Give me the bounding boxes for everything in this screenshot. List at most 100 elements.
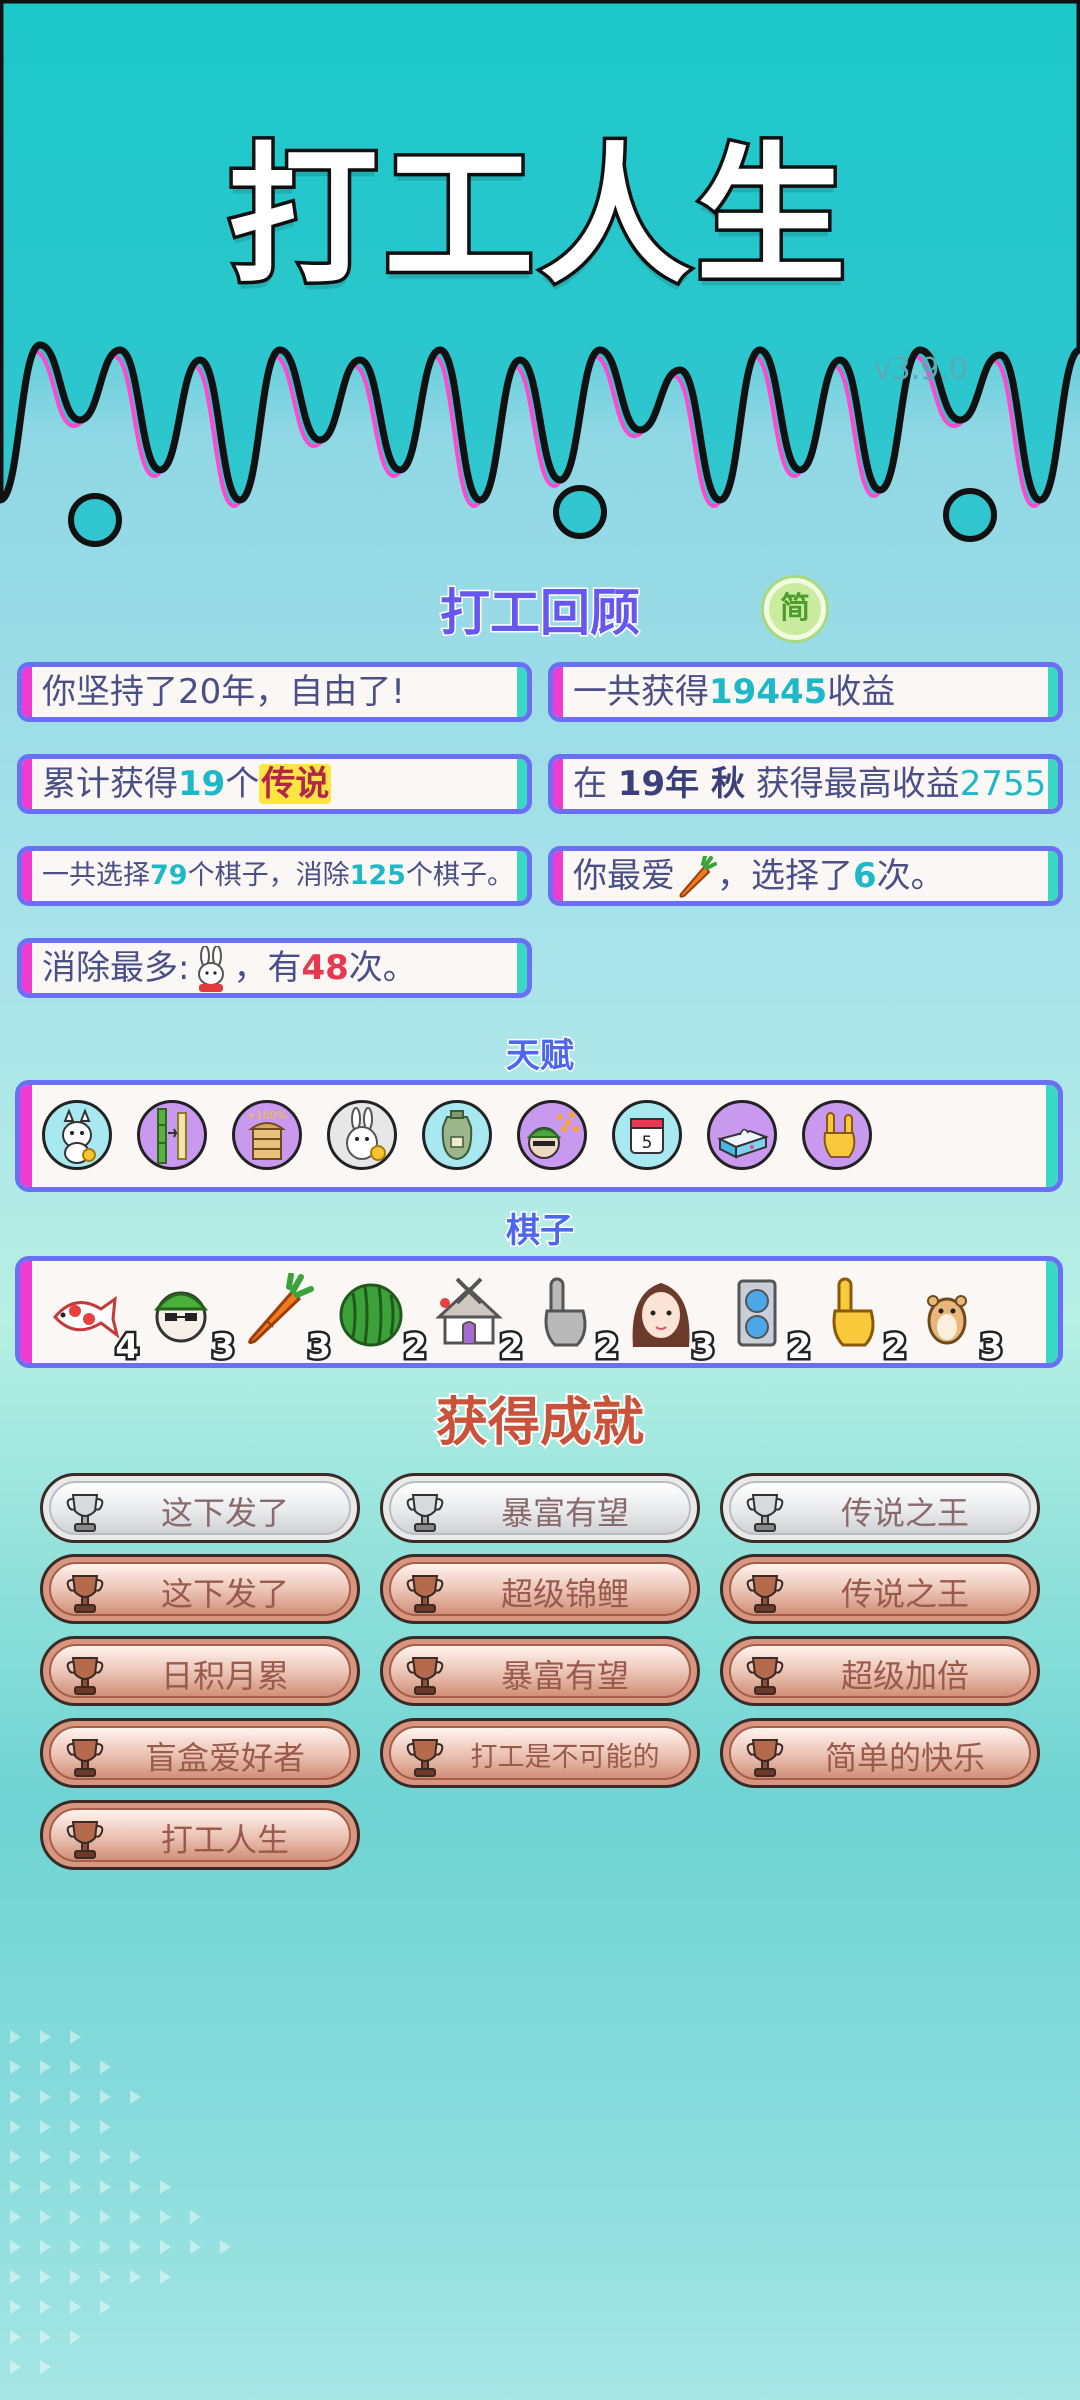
best-income-value: 2755	[959, 764, 1047, 804]
review-card-text: 消除最多:	[42, 948, 190, 988]
piece-count: 2	[785, 1325, 814, 1367]
calendar-icon[interactable]: 5	[612, 1100, 682, 1170]
piece-count: 2	[881, 1325, 910, 1367]
review-card-text: 一共获得	[573, 672, 709, 712]
achievement-badge[interactable]: 盲盒爱好者	[40, 1718, 360, 1788]
grey-pointer-hand-icon[interactable]: 2	[525, 1273, 621, 1363]
tissue-box-icon[interactable]	[707, 1100, 777, 1170]
pieces-strip: 4 3 3 2 2 2 3 2 2 3	[15, 1256, 1063, 1368]
achievement-label: 这下发了	[160, 1494, 289, 1532]
achievement-badge[interactable]: 打工人生	[40, 1800, 360, 1870]
granary-icon[interactable]: +100%	[232, 1100, 302, 1170]
favorite-count-value: 6	[853, 856, 877, 896]
piece-count: 3	[209, 1325, 238, 1367]
triangle-pattern-decoration	[0, 2020, 260, 2400]
talents-strip: +100% 5	[15, 1080, 1063, 1192]
rock-hand-icon[interactable]	[802, 1100, 872, 1170]
achievement-badge[interactable]: 这下发了	[40, 1473, 360, 1543]
achievement-badge[interactable]: 超级锦鲤	[380, 1554, 700, 1624]
koi-fish-icon[interactable]: 4	[45, 1273, 141, 1363]
selected-count-value: 79	[150, 860, 188, 891]
achievement-badge[interactable]: 简单的快乐	[720, 1718, 1040, 1788]
granary-tag: +100%	[247, 1109, 288, 1122]
watermelon-icon[interactable]: 2	[333, 1273, 429, 1363]
review-card-text: 个棋子。	[405, 860, 514, 891]
review-card-text: ，选择了	[717, 856, 853, 896]
simplified-toggle-button[interactable]: 简	[764, 578, 826, 640]
review-card-years: 你坚持了20年，自由了!	[17, 662, 532, 722]
review-card-total-income: 一共获得19445收益	[548, 662, 1063, 722]
review-card-text: 一共选择	[42, 860, 150, 891]
review-card-text: 个棋子，消除	[187, 860, 350, 891]
review-card-text: 获得最高收益	[744, 764, 960, 804]
trophy-silver-icon	[66, 1494, 104, 1532]
achievement-badge[interactable]: 传说之王	[720, 1473, 1040, 1543]
trophy-bronze-icon	[406, 1575, 444, 1613]
review-card-most-removed: 消除最多: ，有48次。	[17, 938, 532, 998]
legend-tag: 传说	[259, 764, 332, 804]
trophy-bronze-icon	[66, 1657, 104, 1695]
piece-count: 2	[401, 1325, 430, 1367]
best-season-value: 19年 秋	[617, 764, 745, 804]
carrot-icon[interactable]: 3	[237, 1272, 333, 1363]
house-x-icon[interactable]: 2	[429, 1273, 525, 1363]
green-cap-man-icon[interactable]: 3	[141, 1273, 237, 1363]
review-card-pieces: 一共选择79个棋子，消除125个棋子。	[17, 846, 532, 906]
worker-flowers-icon[interactable]	[517, 1100, 587, 1170]
app-title: 打工人生	[224, 127, 852, 308]
most-removed-count-value: 48	[301, 948, 349, 988]
hamster-icon[interactable]: 3	[909, 1273, 1005, 1363]
bamboo-icon[interactable]	[137, 1100, 207, 1170]
removed-count-value: 125	[349, 860, 406, 891]
review-card-text: 你最爱	[573, 856, 675, 896]
rabbit-icon	[198, 945, 225, 992]
trophy-bronze-icon	[746, 1657, 784, 1695]
achievement-badge[interactable]: 打工是不可能的	[380, 1718, 700, 1788]
piece-count: 4	[113, 1325, 142, 1367]
review-card-text: 收益	[827, 672, 896, 712]
trophy-bronze-icon	[66, 1575, 104, 1613]
trophy-bronze-icon	[406, 1657, 444, 1695]
achievement-label: 暴富有望	[500, 1657, 629, 1695]
review-card-text: 你坚持了20年，自由了!	[42, 672, 405, 712]
piece-count: 2	[593, 1325, 622, 1367]
achievement-badge[interactable]: 暴富有望	[380, 1636, 700, 1706]
achievement-badge[interactable]: 传说之王	[720, 1554, 1040, 1624]
calendar-day: 5	[642, 1133, 653, 1153]
piece-count: 3	[689, 1325, 718, 1367]
total-income-value: 19445	[709, 672, 828, 712]
review-card-text: 次。	[876, 856, 945, 896]
trophy-silver-icon	[746, 1494, 784, 1532]
review-card-text: 次。	[348, 948, 417, 988]
pieces-title: 棋子	[505, 1210, 576, 1253]
yellow-pointer-hand-icon[interactable]: 2	[813, 1273, 909, 1363]
achievement-badge[interactable]: 超级加倍	[720, 1636, 1040, 1706]
achievement-label: 传说之王	[840, 1494, 969, 1532]
achievement-label: 打工人生	[160, 1821, 289, 1859]
achievement-badge[interactable]: 这下发了	[40, 1554, 360, 1624]
header: 打工人生 v3.9.0	[0, 0, 1080, 560]
achievement-label: 这下发了	[160, 1575, 289, 1613]
achievement-badge[interactable]: 暴富有望	[380, 1473, 700, 1543]
review-card-favorite: 你最爱 ，选择了6次。	[548, 846, 1063, 906]
review-card-text: 个	[225, 764, 260, 804]
review-title: 打工回顾	[439, 583, 642, 644]
achievement-label: 简单的快乐	[824, 1739, 985, 1777]
trophy-bronze-icon	[66, 1739, 104, 1777]
piece-count: 3	[305, 1325, 334, 1367]
review-card-text: 在	[573, 764, 618, 804]
trophy-silver-icon	[406, 1494, 444, 1532]
achievement-badge[interactable]: 日积月累	[40, 1636, 360, 1706]
review-card-best-income: 在 19年 秋 获得最高收益2755	[548, 754, 1063, 814]
version-label: v3.9.0	[873, 352, 968, 387]
rabbit-coin-icon[interactable]	[327, 1100, 397, 1170]
girl-face-icon[interactable]: 3	[621, 1273, 717, 1363]
server-fan-icon[interactable]: 2	[717, 1273, 813, 1363]
seed-bag-icon[interactable]	[422, 1100, 492, 1170]
achievement-label: 盲盒爱好者	[144, 1739, 305, 1777]
review-card-text: 累计获得	[42, 764, 178, 804]
piece-count: 2	[497, 1325, 526, 1367]
trophy-bronze-icon	[746, 1575, 784, 1613]
husky-icon[interactable]	[42, 1100, 112, 1170]
achievement-label: 传说之王	[840, 1575, 969, 1613]
